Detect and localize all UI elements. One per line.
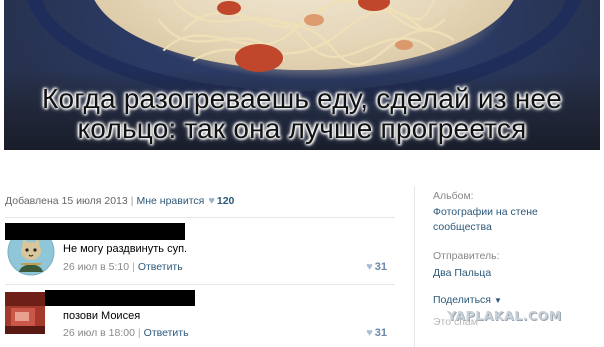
sender-link[interactable]: Два Пальца bbox=[433, 266, 499, 281]
watermark: YAPLAKAL.COM bbox=[447, 308, 562, 323]
share-button[interactable]: Поделиться ▼ bbox=[433, 294, 502, 306]
comment-text: позови Моисея bbox=[63, 310, 141, 322]
comment-text: Не могу раздвинуть суп. bbox=[63, 243, 188, 255]
comment-meta: 26 июл в 18:00 | Ответить bbox=[63, 327, 189, 339]
sender-label: Отправитель: bbox=[433, 250, 500, 262]
post-photo[interactable]: Когда разогреваешь еду, сделай из нее ко… bbox=[4, 0, 600, 150]
like-button[interactable]: Мне нравится bbox=[136, 195, 204, 207]
author-name-redacted[interactable] bbox=[5, 223, 185, 240]
caption-line-2: кольцо: так она лучше прогреется bbox=[77, 113, 527, 144]
reply-button[interactable]: Ответить bbox=[138, 261, 183, 273]
comment-time[interactable]: 26 июл в 18:00 bbox=[63, 327, 135, 339]
author-name-redacted[interactable] bbox=[45, 290, 195, 306]
comment-separator: | bbox=[137, 327, 141, 339]
meta-separator: | bbox=[130, 195, 134, 207]
album-label: Альбом: bbox=[433, 190, 474, 202]
album-info: Альбом: Фотографии на стене сообщества bbox=[433, 190, 538, 235]
comment-meta: 26 июл в 5:10 | Ответить bbox=[63, 261, 183, 273]
reply-button[interactable]: Ответить bbox=[144, 327, 189, 339]
post-meta: Добавлена 15 июля 2013 | Мне нравится ♥ 120 bbox=[5, 195, 234, 207]
comment: Не могу раздвинуть суп. 26 июл в 5:10 | От… bbox=[5, 220, 395, 280]
comment-time[interactable]: 26 июл в 5:10 bbox=[63, 261, 129, 273]
share-label[interactable]: Поделиться bbox=[433, 294, 491, 306]
divider-middle bbox=[5, 284, 395, 285]
album-link-line-1[interactable]: Фотографии на стене bbox=[433, 205, 538, 220]
heart-icon[interactable]: ♥ bbox=[208, 195, 215, 207]
photo-caption: Когда разогреваешь еду, сделай из нее ко… bbox=[4, 84, 600, 144]
added-date: Добавлена 15 июля 2013 bbox=[5, 195, 128, 207]
like-count: 120 bbox=[216, 195, 235, 207]
comment: позови Моисея 26 июл в 18:00 | Ответить ♥ 3… bbox=[5, 286, 395, 346]
divider-top bbox=[5, 217, 395, 218]
comment-like-count: 31 bbox=[374, 261, 387, 273]
album-link[interactable]: Фотографии на стене сообщества bbox=[433, 205, 538, 235]
caption-line-1: Когда разогреваешь еду, сделай из нее bbox=[42, 83, 562, 114]
pasta-illustration bbox=[157, 0, 454, 72]
sender-info: Отправитель: Два Пальца bbox=[433, 250, 499, 281]
comment-separator: | bbox=[132, 261, 135, 273]
comment-like-count: 31 bbox=[374, 327, 387, 339]
comment-likes[interactable]: ♥ 31 bbox=[366, 261, 387, 273]
column-divider bbox=[414, 186, 415, 347]
avatar[interactable] bbox=[5, 292, 45, 334]
heart-icon[interactable]: ♥ bbox=[366, 261, 373, 273]
caret-down-icon[interactable]: ▼ bbox=[494, 296, 502, 305]
album-link-line-2[interactable]: сообщества bbox=[433, 220, 538, 235]
avatar-photo-icon bbox=[5, 292, 45, 334]
comment-likes[interactable]: ♥ 31 bbox=[366, 327, 387, 339]
heart-icon[interactable]: ♥ bbox=[366, 327, 373, 339]
